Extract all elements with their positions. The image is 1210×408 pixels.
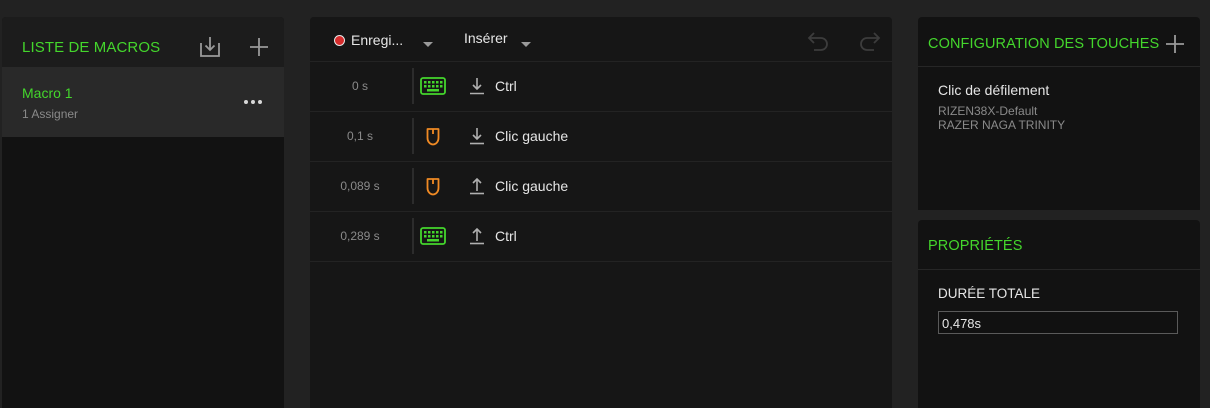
razer-macro-editor: LISTE DE MACROS Macro 1 1 Assigner Enreg… — [0, 0, 1210, 408]
insert-button[interactable]: Insérer — [464, 30, 508, 50]
redo-icon[interactable] — [856, 27, 882, 53]
event-delay: 0 s — [351, 79, 368, 93]
mouse-icon — [420, 175, 446, 197]
event-key: Ctrl — [495, 228, 517, 244]
mouse-icon — [420, 125, 446, 147]
macro-event-row[interactable]: 0,1 s Clic gauche — [310, 112, 892, 162]
macro-list-item[interactable]: Macro 1 1 Assigner — [2, 67, 284, 137]
properties-header: PROPRIÉTÉS — [918, 220, 1200, 270]
key-config-header: CONFIGURATION DES TOUCHES — [918, 17, 1200, 67]
key-config-panel: CONFIGURATION DES TOUCHES Clic de défile… — [918, 17, 1200, 210]
row-divider — [412, 68, 414, 104]
macro-name: Macro 1 — [22, 85, 73, 101]
macro-event-list: 0 s Ctrl 0,1 s Clic gauche 0,089 s Clic … — [310, 62, 892, 262]
key-down-arrow-icon — [468, 127, 486, 145]
device-name: RAZER NAGA TRINITY — [938, 118, 1066, 132]
more-icon[interactable] — [242, 91, 264, 113]
macro-event-row[interactable]: 0,289 s Ctrl — [310, 212, 892, 262]
row-divider — [412, 118, 414, 154]
add-macro-plus-icon[interactable] — [246, 34, 272, 60]
event-key: Clic gauche — [495, 178, 569, 194]
macro-event-row[interactable]: 0 s Ctrl — [310, 62, 892, 112]
key-down-arrow-icon — [468, 77, 486, 95]
record-button[interactable]: Enregi... — [334, 30, 403, 50]
total-duration-field[interactable]: 0,478s — [938, 311, 1178, 334]
event-delay: 0,1 s — [346, 129, 373, 143]
record-dot-icon — [334, 34, 345, 46]
key-up-arrow-icon — [468, 227, 486, 245]
editor-toolbar: Enregi... Insérer — [310, 17, 892, 62]
import-icon[interactable] — [197, 34, 223, 60]
add-config-plus-icon[interactable] — [1162, 31, 1188, 57]
macro-list-panel: LISTE DE MACROS Macro 1 1 Assigner — [2, 17, 284, 408]
keyboard-icon — [420, 75, 446, 97]
row-divider — [412, 218, 414, 254]
event-key: Clic gauche — [495, 128, 569, 144]
insert-label: Insérer — [464, 30, 508, 46]
insert-chevron-down-icon[interactable] — [520, 36, 532, 47]
macro-list-header: LISTE DE MACROS — [2, 17, 284, 67]
properties-panel: PROPRIÉTÉS DURÉE TOTALE 0,478s — [918, 220, 1200, 408]
record-label: Enregi... — [351, 32, 404, 48]
undo-icon[interactable] — [806, 27, 832, 53]
profile-name: RIZEN38X-Default — [938, 104, 1038, 118]
keyboard-icon — [420, 225, 446, 247]
macro-event-row[interactable]: 0,089 s Clic gauche — [310, 162, 892, 212]
properties-title: PROPRIÉTÉS — [928, 238, 1023, 254]
key-up-arrow-icon — [468, 177, 486, 195]
event-delay: 0,289 s — [340, 229, 380, 243]
event-delay: 0,089 s — [340, 179, 380, 193]
macro-assign-count: 1 Assigner — [22, 107, 79, 121]
record-chevron-down-icon[interactable] — [422, 36, 434, 47]
event-key: Ctrl — [495, 78, 517, 94]
row-divider — [412, 168, 414, 204]
macro-list-title: LISTE DE MACROS — [22, 39, 161, 56]
assigned-key-title[interactable]: Clic de défilement — [938, 82, 1049, 98]
total-duration-label: DURÉE TOTALE — [938, 286, 1041, 301]
key-config-title: CONFIGURATION DES TOUCHES — [928, 36, 1160, 52]
macro-editor-panel: Enregi... Insérer 0 s Ctrl 0,1 s Clic ga… — [310, 17, 892, 408]
